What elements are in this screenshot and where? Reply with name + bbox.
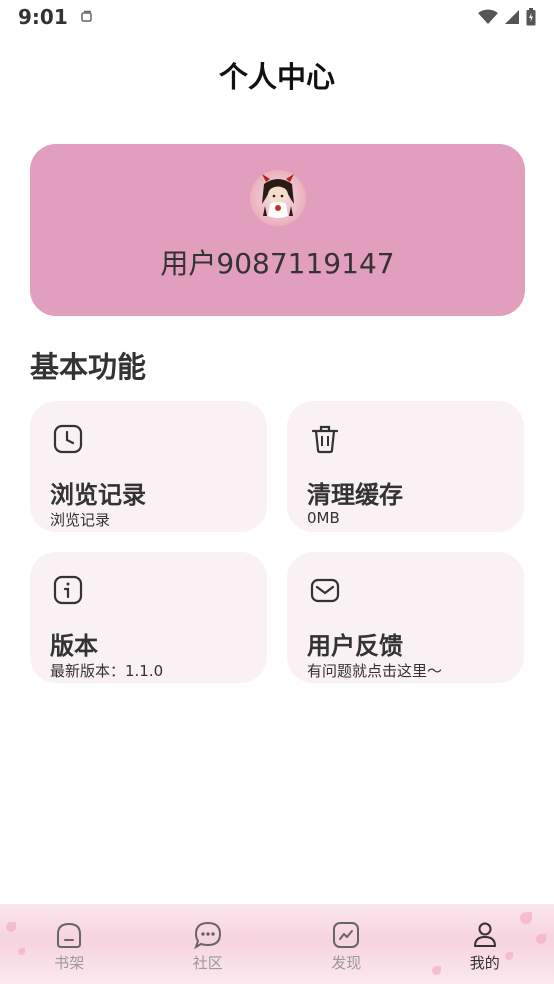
trash-icon xyxy=(311,425,339,454)
notification-icon xyxy=(81,10,92,22)
mail-icon xyxy=(310,578,340,603)
person-icon xyxy=(473,922,496,947)
username: 用户9087119147 xyxy=(160,247,395,280)
clear-cache-tile[interactable]: 清理缓存 0MB xyxy=(287,401,524,532)
user-feedback-tile[interactable]: 用户反馈 有问题就点击这里～ xyxy=(287,552,524,683)
info-icon xyxy=(53,575,83,605)
signal-icon xyxy=(505,10,519,24)
tile-subtitle: 有问题就点击这里～ xyxy=(307,662,443,680)
avatar[interactable] xyxy=(250,170,306,226)
nav-item-bookshelf[interactable]: 书架 xyxy=(0,904,139,984)
nav-item-discover[interactable]: 发现 xyxy=(277,904,416,984)
profile-card[interactable]: 用户9087119147 xyxy=(30,144,525,316)
nav-label: 书架 xyxy=(54,954,85,972)
wifi-icon xyxy=(478,9,498,24)
tile-title: 用户反馈 xyxy=(307,632,403,660)
avatar-character-icon xyxy=(262,174,294,218)
version-tile[interactable]: 版本 最新版本：1.1.0 xyxy=(30,552,267,683)
nav-item-community[interactable]: 社区 xyxy=(139,904,278,984)
bottom-nav: 书架 社区 发现 我的 xyxy=(0,904,554,984)
section-title: 基本功能 xyxy=(30,350,147,384)
nav-label: 发现 xyxy=(331,954,362,972)
status-bar: 9:01 xyxy=(0,0,554,34)
battery-icon xyxy=(526,8,536,26)
page-title: 个人中心 xyxy=(218,60,335,94)
clock-icon xyxy=(53,424,83,454)
chat-bubble-icon xyxy=(193,921,221,950)
tile-title: 浏览记录 xyxy=(50,481,146,509)
status-time: 9:01 xyxy=(18,5,68,29)
bookshelf-icon xyxy=(57,922,82,948)
nav-label: 社区 xyxy=(192,954,223,972)
trend-chart-icon xyxy=(333,922,360,948)
nav-item-mine[interactable]: 我的 xyxy=(416,904,554,984)
tile-subtitle: 浏览记录 xyxy=(50,511,111,529)
tile-title: 清理缓存 xyxy=(307,481,403,509)
tile-subtitle: 最新版本：1.1.0 xyxy=(50,662,164,680)
tile-subtitle: 0MB xyxy=(307,509,340,527)
browsing-history-tile[interactable]: 浏览记录 浏览记录 xyxy=(30,401,267,532)
nav-label: 我的 xyxy=(469,954,500,972)
tile-title: 版本 xyxy=(50,632,98,660)
